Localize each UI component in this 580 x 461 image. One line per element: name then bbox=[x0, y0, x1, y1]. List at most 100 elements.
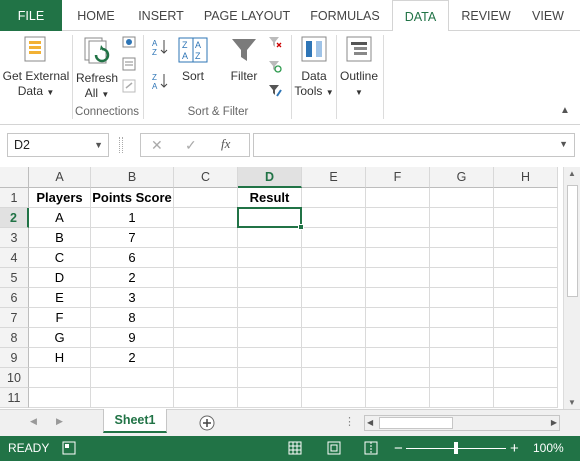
cell-f7[interactable] bbox=[366, 308, 430, 328]
cell-g4[interactable] bbox=[430, 248, 494, 268]
cell-d4[interactable] bbox=[238, 248, 302, 268]
cell-c10[interactable] bbox=[174, 368, 238, 388]
cell-a2[interactable]: A bbox=[29, 208, 91, 228]
connections-icon[interactable] bbox=[122, 35, 136, 49]
cell-f4[interactable] bbox=[366, 248, 430, 268]
cell-h1[interactable] bbox=[494, 188, 558, 208]
cell-f3[interactable] bbox=[366, 228, 430, 248]
cell-a9[interactable]: H bbox=[29, 348, 91, 368]
outline-button[interactable]: Outline ▼ bbox=[338, 33, 380, 103]
cell-b1[interactable]: Points Score bbox=[91, 188, 174, 208]
row-header-7[interactable]: 7 bbox=[0, 308, 29, 328]
column-header-f[interactable]: F bbox=[366, 167, 430, 188]
row-header-4[interactable]: 4 bbox=[0, 248, 29, 268]
next-sheet-icon[interactable]: ▶ bbox=[56, 416, 63, 427]
cell-g7[interactable] bbox=[430, 308, 494, 328]
cell-c1[interactable] bbox=[174, 188, 238, 208]
cell-d11[interactable] bbox=[238, 388, 302, 408]
cell-b9[interactable]: 2 bbox=[91, 348, 174, 368]
tab-home[interactable]: HOME bbox=[66, 0, 126, 31]
cell-d8[interactable] bbox=[238, 328, 302, 348]
sheet-tab-sheet1[interactable]: Sheet1 bbox=[103, 409, 167, 433]
cell-b3[interactable]: 7 bbox=[91, 228, 174, 248]
cell-e3[interactable] bbox=[302, 228, 366, 248]
cell-d6[interactable] bbox=[238, 288, 302, 308]
row-header-3[interactable]: 3 bbox=[0, 228, 29, 248]
row-header-2[interactable]: 2 bbox=[0, 208, 29, 228]
cell-c2[interactable] bbox=[174, 208, 238, 228]
vertical-scrollbar[interactable]: ▲ ▼ bbox=[563, 167, 580, 409]
cell-e5[interactable] bbox=[302, 268, 366, 288]
cell-h2[interactable] bbox=[494, 208, 558, 228]
cell-a7[interactable]: F bbox=[29, 308, 91, 328]
cell-c3[interactable] bbox=[174, 228, 238, 248]
column-header-a[interactable]: A bbox=[29, 167, 91, 188]
cell-e9[interactable] bbox=[302, 348, 366, 368]
cell-f6[interactable] bbox=[366, 288, 430, 308]
scroll-right-icon[interactable]: ▶ bbox=[551, 418, 557, 427]
column-header-b[interactable]: B bbox=[91, 167, 174, 188]
properties-icon[interactable] bbox=[122, 57, 136, 71]
name-box[interactable]: D2 ▼ bbox=[7, 133, 109, 157]
enter-icon[interactable]: ✓ bbox=[185, 137, 197, 154]
cell-e6[interactable] bbox=[302, 288, 366, 308]
cell-f1[interactable] bbox=[366, 188, 430, 208]
horizontal-scrollbar[interactable]: ◀ ▶ bbox=[364, 415, 560, 431]
scroll-down-icon[interactable]: ▼ bbox=[568, 398, 576, 407]
new-sheet-icon[interactable] bbox=[199, 415, 215, 431]
cell-c11[interactable] bbox=[174, 388, 238, 408]
cell-g1[interactable] bbox=[430, 188, 494, 208]
macro-record-icon[interactable] bbox=[62, 441, 76, 455]
cell-h7[interactable] bbox=[494, 308, 558, 328]
cell-b4[interactable]: 6 bbox=[91, 248, 174, 268]
horizontal-scroll-thumb[interactable] bbox=[379, 417, 453, 429]
splitter-handle[interactable] bbox=[119, 137, 123, 153]
tab-formulas[interactable]: FORMULAS bbox=[303, 0, 387, 31]
zoom-slider-thumb[interactable] bbox=[454, 442, 458, 454]
cell-g6[interactable] bbox=[430, 288, 494, 308]
cell-h6[interactable] bbox=[494, 288, 558, 308]
column-header-e[interactable]: E bbox=[302, 167, 366, 188]
edit-links-icon[interactable] bbox=[122, 79, 136, 93]
column-header-h[interactable]: H bbox=[494, 167, 558, 188]
cell-c9[interactable] bbox=[174, 348, 238, 368]
cell-e1[interactable] bbox=[302, 188, 366, 208]
cell-h11[interactable] bbox=[494, 388, 558, 408]
tab-data[interactable]: DATA bbox=[392, 0, 449, 32]
cell-e10[interactable] bbox=[302, 368, 366, 388]
tab-view[interactable]: VIEW bbox=[524, 0, 572, 31]
tab-splitter-icon[interactable]: ⋮ bbox=[344, 415, 355, 428]
sort-a-to-z-button[interactable]: AZ bbox=[150, 37, 170, 59]
vertical-scroll-thumb[interactable] bbox=[567, 185, 578, 297]
get-external-data-button[interactable]: Get External Data ▼ bbox=[2, 33, 70, 103]
cell-a5[interactable]: D bbox=[29, 268, 91, 288]
cell-a4[interactable]: C bbox=[29, 248, 91, 268]
reapply-filter-icon[interactable] bbox=[268, 59, 282, 73]
cell-h3[interactable] bbox=[494, 228, 558, 248]
tab-review[interactable]: REVIEW bbox=[456, 0, 516, 31]
cell-a8[interactable]: G bbox=[29, 328, 91, 348]
select-all-corner[interactable] bbox=[0, 167, 29, 188]
cell-a11[interactable] bbox=[29, 388, 91, 408]
row-header-11[interactable]: 11 bbox=[0, 388, 29, 408]
cell-h10[interactable] bbox=[494, 368, 558, 388]
insert-function-button[interactable]: fx bbox=[221, 136, 230, 152]
fill-handle[interactable] bbox=[298, 224, 304, 230]
row-header-1[interactable]: 1 bbox=[0, 188, 29, 208]
sort-z-to-a-button[interactable]: ZA bbox=[150, 71, 170, 93]
cell-b5[interactable]: 2 bbox=[91, 268, 174, 288]
cell-c7[interactable] bbox=[174, 308, 238, 328]
sort-button[interactable]: Z A A Z Sort bbox=[174, 33, 212, 93]
data-tools-button[interactable]: Data Tools ▼ bbox=[293, 33, 335, 103]
cell-b11[interactable] bbox=[91, 388, 174, 408]
prev-sheet-icon[interactable]: ◀ bbox=[30, 416, 37, 427]
column-header-d[interactable]: D bbox=[238, 167, 302, 188]
advanced-filter-icon[interactable] bbox=[268, 83, 282, 97]
cell-d1[interactable]: Result bbox=[238, 188, 302, 208]
cell-d5[interactable] bbox=[238, 268, 302, 288]
cell-g9[interactable] bbox=[430, 348, 494, 368]
cell-c4[interactable] bbox=[174, 248, 238, 268]
cell-h8[interactable] bbox=[494, 328, 558, 348]
cell-d2[interactable] bbox=[238, 208, 302, 228]
cell-h5[interactable] bbox=[494, 268, 558, 288]
